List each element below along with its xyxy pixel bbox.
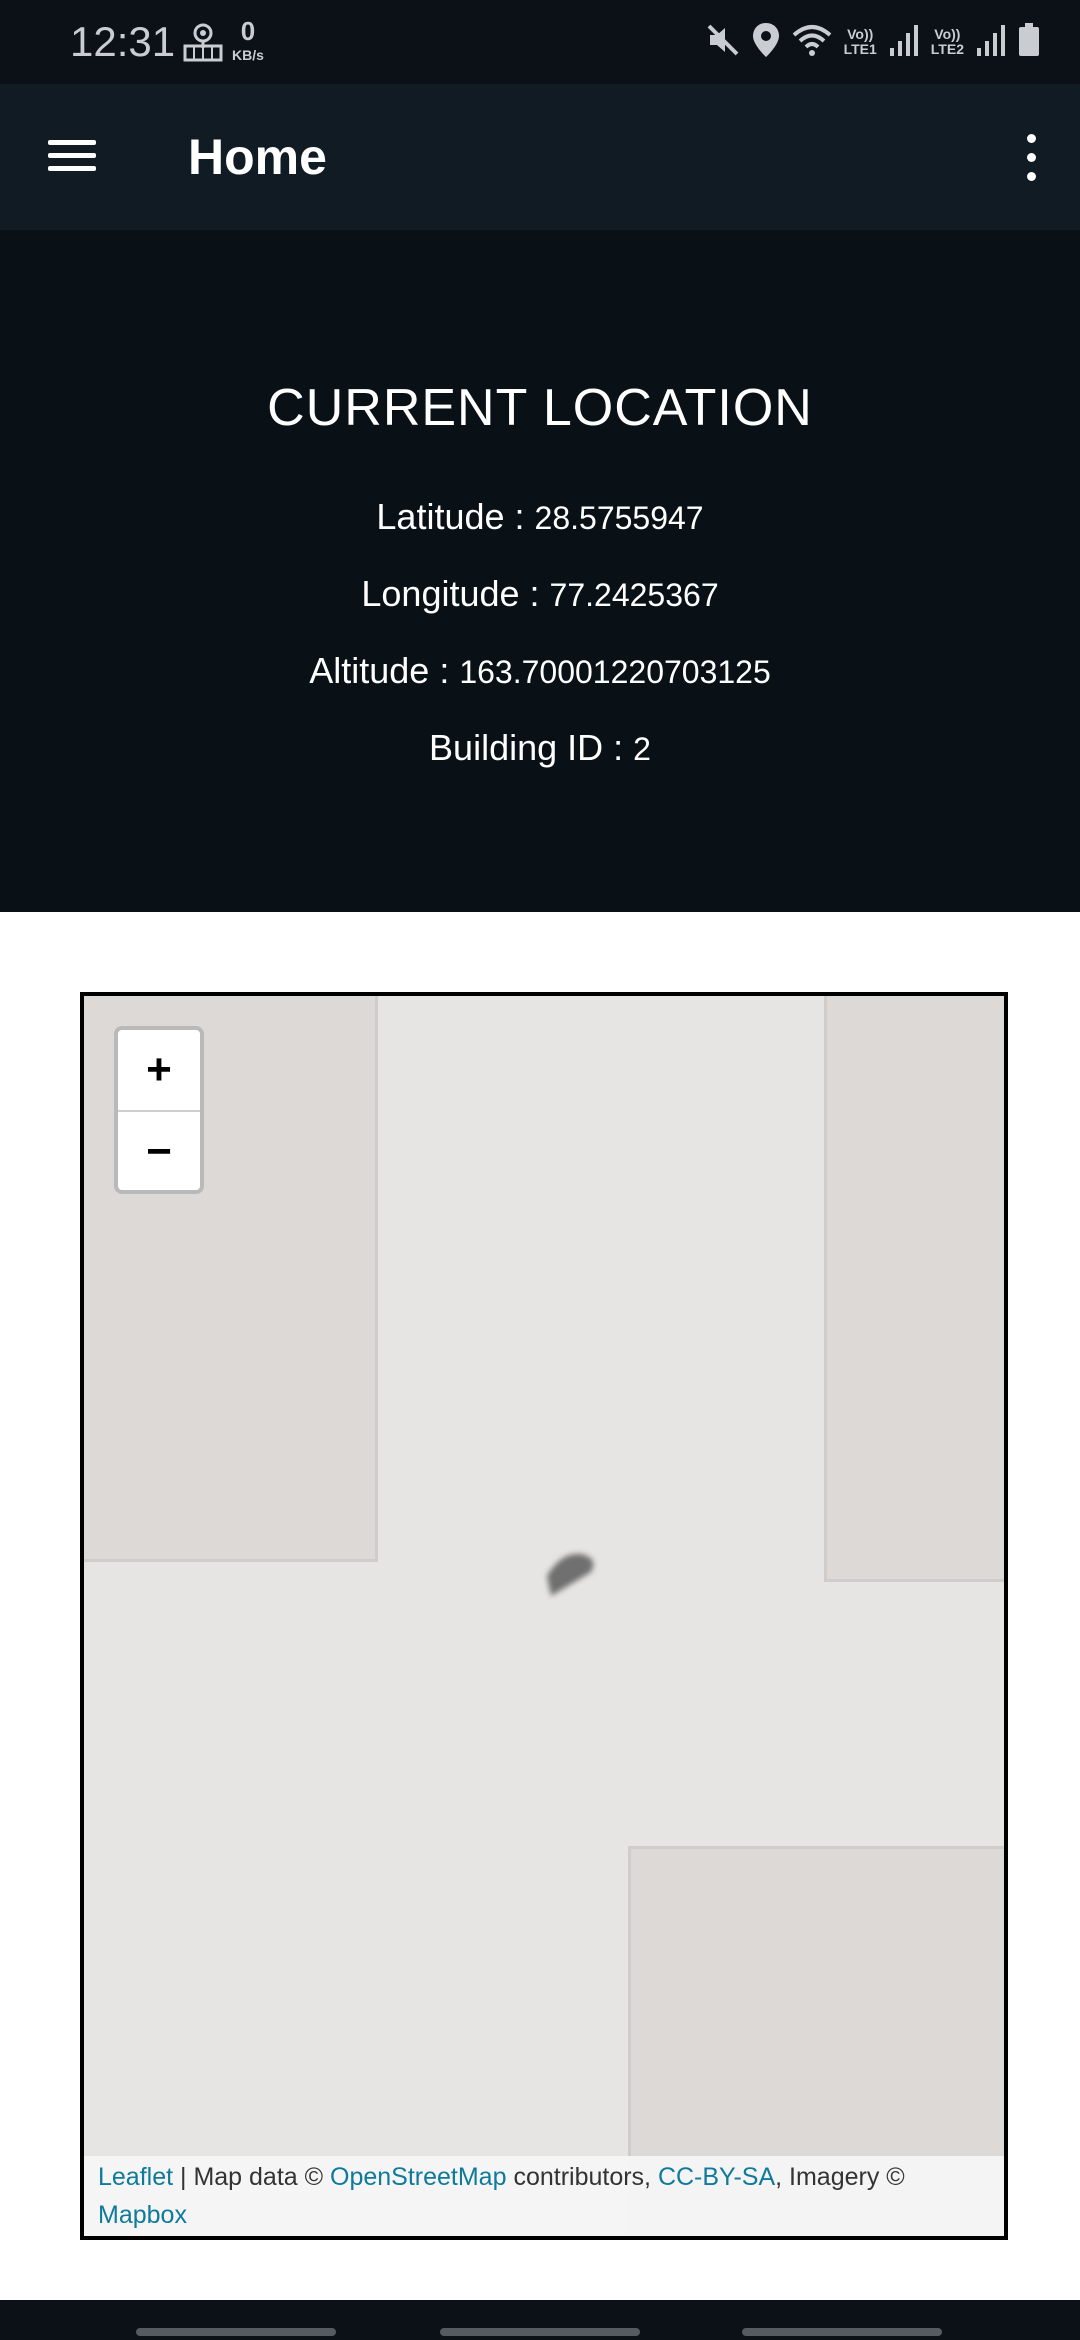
- map-view[interactable]: + − Leaflet | Map data © OpenStreetMap c…: [80, 992, 1008, 2240]
- location-icon: [752, 22, 780, 63]
- zoom-control: + −: [114, 1026, 204, 1194]
- leaflet-link[interactable]: Leaflet: [98, 2163, 173, 2191]
- longitude-label: Longitude :: [361, 573, 550, 614]
- hamburger-menu-icon[interactable]: [42, 132, 102, 182]
- network-speed-unit: KB/s: [232, 47, 264, 63]
- sim2-label-top: Vo)): [934, 26, 961, 42]
- sim2-label-bottom: LTE2: [930, 41, 964, 57]
- mapbox-link[interactable]: Mapbox: [98, 2201, 187, 2229]
- openstreetmap-link[interactable]: OpenStreetMap: [330, 2163, 507, 2191]
- sim1-indicator: Vo)) LTE1: [844, 27, 877, 57]
- signal-icon: [889, 24, 919, 61]
- longitude-row: Longitude : 77.2425367: [0, 573, 1080, 615]
- network-speed: 0 KB/s: [232, 18, 264, 62]
- attribution-text: | Map data ©: [173, 2163, 330, 2191]
- status-bar: 12:31 0 KB/s Vo)) LTE1 Vo)) LTE2: [0, 0, 1080, 84]
- altitude-label: Altitude :: [309, 650, 460, 691]
- map-attribution: Leaflet | Map data © OpenStreetMap contr…: [84, 2156, 1004, 2236]
- nav-recents-handle[interactable]: [136, 2328, 336, 2336]
- building-id-value: 2: [633, 731, 651, 767]
- current-location-panel: CURRENT LOCATION Latitude : 28.5755947 L…: [0, 230, 1080, 912]
- sim2-indicator: Vo)) LTE2: [931, 27, 964, 57]
- overflow-menu-icon[interactable]: [1010, 128, 1050, 188]
- building-id-row: Building ID : 2: [0, 727, 1080, 769]
- battery-icon: [1018, 22, 1040, 62]
- zoom-out-button[interactable]: −: [118, 1112, 200, 1190]
- map-building: [824, 996, 1004, 1582]
- nav-back-handle[interactable]: [742, 2328, 942, 2336]
- wifi-icon: [792, 23, 832, 62]
- mute-icon: [706, 23, 740, 62]
- latitude-label: Latitude :: [376, 496, 535, 537]
- map-pin-notification-icon: [182, 22, 224, 67]
- location-heading: CURRENT LOCATION: [267, 379, 813, 437]
- sim1-label-top: Vo)): [847, 26, 874, 42]
- signal-icon: [976, 24, 1006, 61]
- system-navigation-bar: [0, 2300, 1080, 2340]
- nav-home-handle[interactable]: [440, 2328, 640, 2336]
- location-marker-icon[interactable]: [539, 1546, 609, 1602]
- altitude-row: Altitude : 163.70001220703125: [0, 650, 1080, 692]
- building-id-label: Building ID :: [429, 727, 634, 768]
- altitude-value: 163.70001220703125: [459, 654, 771, 690]
- longitude-value: 77.2425367: [549, 577, 719, 613]
- status-icons: Vo)) LTE1 Vo)) LTE2: [706, 20, 1040, 64]
- app-bar: Home: [0, 84, 1080, 230]
- latitude-row: Latitude : 28.5755947: [0, 496, 1080, 538]
- clock: 12:31: [70, 18, 176, 65]
- cc-by-sa-link[interactable]: CC-BY-SA: [658, 2163, 775, 2191]
- attribution-text: , Imagery ©: [775, 2163, 905, 2191]
- zoom-in-button[interactable]: +: [118, 1030, 200, 1112]
- attribution-text: contributors,: [506, 2163, 658, 2191]
- sim1-label-bottom: LTE1: [843, 41, 877, 57]
- latitude-value: 28.5755947: [534, 500, 704, 536]
- network-speed-value: 0: [240, 16, 256, 46]
- page-title: Home: [188, 129, 327, 185]
